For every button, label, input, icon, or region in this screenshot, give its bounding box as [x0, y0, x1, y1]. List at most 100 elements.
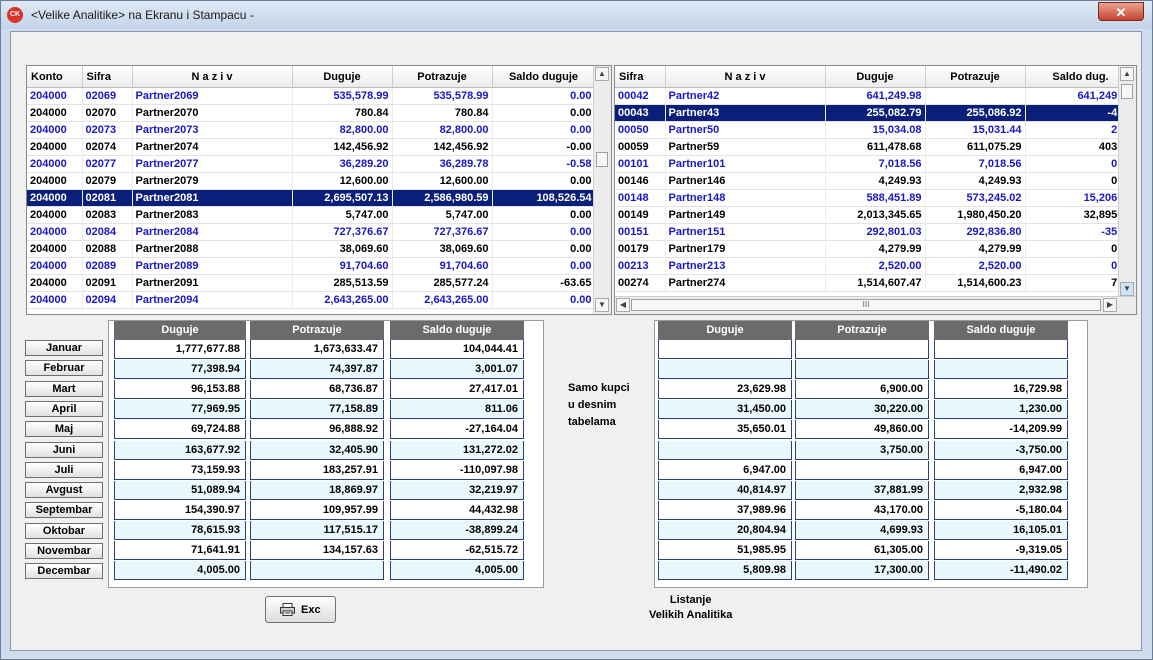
month-button-septembar[interactable]: Septembar	[25, 502, 103, 519]
right-grid-scroll-thumb[interactable]	[1121, 84, 1133, 99]
table-cell	[925, 87, 1026, 105]
summary-cell: 16,729.98	[934, 380, 1068, 400]
table-row[interactable]: 204000 02070 Partner2070 780.84 780.84 0.00	[27, 104, 596, 122]
left-grid-col-header[interactable]: Sifra	[82, 66, 133, 88]
summary-column-header: Saldo duguje	[390, 321, 524, 340]
month-button-novembar[interactable]: Novembar	[25, 543, 103, 559]
right-grid-col-header[interactable]: N a z i v	[665, 66, 826, 88]
table-cell: Partner2088	[132, 240, 293, 258]
table-cell: 588,451.89	[825, 189, 926, 207]
table-cell: 535,578.99	[392, 87, 493, 105]
month-button-juli[interactable]: Juli	[25, 461, 103, 478]
table-row[interactable]: 204000 02079 Partner2079 12,600.00 12,600.00…	[27, 172, 596, 190]
left-grid-col-header[interactable]: Potrazuje	[392, 66, 493, 88]
scroll-left-arrow-icon[interactable]: ◀	[616, 298, 630, 312]
left-grid-col-header[interactable]: Konto	[27, 66, 83, 88]
right-grid-col-header[interactable]: Duguje	[825, 66, 926, 88]
table-row[interactable]: 204000 02083 Partner2083 5,747.00 5,747.00 0.…	[27, 206, 596, 224]
table-row[interactable]: 00146Partner1464,249.934,249.930.00	[615, 172, 1136, 190]
month-button-mart[interactable]: Mart	[25, 380, 103, 397]
month-button-juni[interactable]: Juni	[25, 441, 103, 458]
summary-cell: 51,089.94	[114, 480, 246, 500]
table-row[interactable]: 204000 02094 Partner2094 2,643,265.00 2,643,…	[27, 291, 596, 309]
left-grid-col-header[interactable]: Duguje	[292, 66, 393, 88]
table-row[interactable]: 00043Partner43255,082.79255,086.92-4.13	[615, 104, 1136, 122]
summary-cell: 37,881.99	[795, 480, 929, 500]
table-row[interactable]: 00148 Partner148 588,451.89 573,245.02 15,20…	[615, 189, 1136, 207]
summary-cell: 1,673,633.47	[250, 340, 384, 359]
left-grid-scroll-thumb[interactable]	[596, 152, 608, 167]
table-cell: Partner42	[665, 87, 826, 105]
summary-cell: 35,650.01	[658, 420, 792, 440]
table-row[interactable]: 00059 Partner59 611,478.68 611,075.29 403.39	[615, 138, 1136, 156]
table-row[interactable]: 204000 02081 Partner2081 2,695,507.13 2,586,…	[27, 189, 596, 207]
scroll-down-arrow-icon[interactable]: ▼	[1120, 282, 1134, 296]
right-grid-vscrollbar[interactable]: ▲ ▼	[1118, 66, 1136, 298]
table-row[interactable]: 204000 02074 Partner2074 142,456.92 142,456.…	[27, 138, 596, 156]
summary-cell: 4,005.00	[114, 561, 246, 581]
left-analytics-grid[interactable]: Konto Sifra N a z i v Duguje Potrazuje Saldo …	[26, 65, 612, 315]
left-grid-col-header[interactable]: Saldo duguje	[492, 66, 596, 88]
summary-cell: 811.06	[390, 400, 524, 420]
exc-button[interactable]: Exc	[265, 596, 336, 623]
summary-cell: 2,932.98	[934, 480, 1068, 500]
hscroll-thumb[interactable]: III	[631, 299, 1101, 311]
scroll-down-arrow-icon[interactable]: ▼	[595, 298, 609, 312]
table-cell: Partner179	[665, 240, 826, 258]
scroll-up-arrow-icon[interactable]: ▲	[595, 67, 609, 81]
title-bar[interactable]: CK <Velike Analitike> na Ekranu i Stampa…	[1, 1, 1152, 29]
table-row[interactable]: 00213Partner2132,520.002,520.000.00	[615, 257, 1136, 275]
table-row[interactable]: 204000 02073 Partner2073 82,800.00 82,800.00…	[27, 121, 596, 139]
table-row[interactable]: 00149 Partner149 2,013,345.65 1,980,450.20 3…	[615, 206, 1136, 224]
table-cell: Partner59	[665, 138, 826, 156]
table-row[interactable]: 204000 02091 Partner2091 285,513.59 285,577.…	[27, 274, 596, 292]
table-row[interactable]: 00274Partner2741,514,607.471,514,600.237…	[615, 274, 1136, 292]
right-grid-hscrollbar[interactable]: ◀ III ▶	[615, 296, 1136, 314]
month-button-avgust[interactable]: Avgust	[25, 482, 103, 499]
window-title: <Velike Analitike> na Ekranu i Stampacu …	[31, 8, 254, 22]
summary-cell: 32,219.97	[390, 480, 524, 500]
table-cell: 727,376.67	[392, 223, 493, 241]
summary-cell: 78,615.93	[114, 520, 246, 540]
table-cell: 204000	[27, 189, 83, 207]
left-grid-col-header[interactable]: N a z i v	[132, 66, 293, 88]
table-cell: Partner148	[665, 189, 826, 207]
table-cell: Partner213	[665, 257, 826, 275]
summary-cell: -9,319.05	[934, 541, 1068, 560]
month-button-maj[interactable]: Maj	[25, 421, 103, 438]
summary-cell: 4,699.93	[795, 520, 929, 540]
month-button-decembar[interactable]: Decembar	[25, 563, 103, 580]
table-cell: 2,643,265.00	[292, 291, 393, 309]
note-line-3: tabelama	[568, 416, 616, 428]
table-row[interactable]: 00151 Partner151 292,801.03 292,836.80 -35.7…	[615, 223, 1136, 241]
month-button-februar[interactable]: Februar	[25, 360, 103, 377]
table-row[interactable]: 204000 02077 Partner2077 36,289.20 36,289.78…	[27, 155, 596, 173]
table-cell: 611,478.68	[825, 138, 926, 156]
month-button-oktobar[interactable]: Oktobar	[25, 522, 103, 539]
table-row[interactable]: 204000 02084 Partner2084 727,376.67 727,376.…	[27, 223, 596, 241]
summary-cell	[250, 561, 384, 581]
month-button-januar[interactable]: Januar	[25, 340, 103, 356]
table-row[interactable]: 00101Partner1017,018.567,018.560.00	[615, 155, 1136, 173]
table-row[interactable]: 00050Partner5015,034.0815,031.442.64	[615, 121, 1136, 139]
summary-cell: -11,490.02	[934, 561, 1068, 581]
table-row[interactable]: 204000 02089 Partner2089 91,704.60 91,704.60…	[27, 257, 596, 275]
table-row[interactable]: 204000 02069 Partner2069 535,578.99 535,578.…	[27, 87, 596, 105]
scroll-up-arrow-icon[interactable]: ▲	[1120, 67, 1134, 81]
table-cell: 00151	[615, 223, 666, 241]
right-analytics-grid[interactable]: Sifra N a z i v Duguje Potrazuje Saldo dug. …	[614, 65, 1137, 315]
table-cell: 285,577.24	[392, 274, 493, 292]
right-grid-col-header[interactable]: Potrazuje	[925, 66, 1026, 88]
scroll-right-arrow-icon[interactable]: ▶	[1103, 298, 1117, 312]
table-row[interactable]: 204000 02088 Partner2088 38,069.60 38,069.60…	[27, 240, 596, 258]
table-row[interactable]: 00179Partner1794,279.994,279.990.00	[615, 240, 1136, 258]
table-cell: 204000	[27, 206, 83, 224]
table-cell: 142,456.92	[392, 138, 493, 156]
close-button[interactable]: ✕	[1098, 2, 1144, 21]
month-button-april[interactable]: April	[25, 400, 103, 417]
left-grid-vscrollbar[interactable]: ▲ ▼	[593, 66, 611, 314]
table-cell: Partner2077	[132, 155, 293, 173]
table-cell: 285,513.59	[292, 274, 393, 292]
table-row[interactable]: 00042 Partner42 641,249.98 641,249.98	[615, 87, 1136, 105]
right-grid-col-header[interactable]: Sifra	[615, 66, 666, 88]
